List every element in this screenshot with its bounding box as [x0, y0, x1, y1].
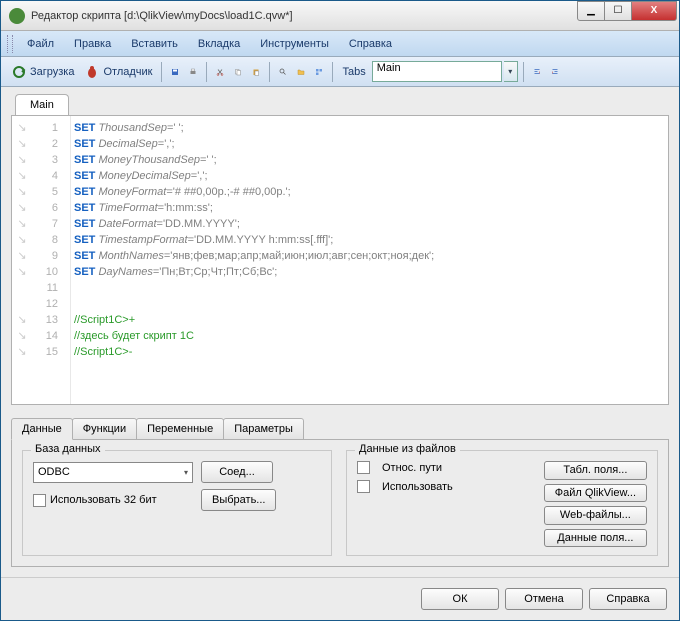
cancel-button[interactable]: Отмена [505, 588, 583, 610]
code-line[interactable]: ↘14//здесь будет скрипт 1С [12, 328, 668, 344]
web-files-button[interactable]: Web-файлы... [544, 506, 647, 525]
copy-icon[interactable] [230, 64, 246, 80]
select-button[interactable]: Выбрать... [201, 489, 276, 511]
close-button[interactable]: X [631, 1, 677, 21]
database-fieldset: База данных ODBC ▾ Соед... Использовать … [22, 450, 332, 556]
tabs-select[interactable]: Main [372, 61, 502, 82]
menu-edit[interactable]: Правка [64, 35, 121, 53]
code-line[interactable]: ↘10SET DayNames='Пн;Вт;Ср;Чт;Пт;Сб;Вс'; [12, 264, 668, 280]
ok-button[interactable]: ОК [421, 588, 499, 610]
code-line[interactable]: ↘2SET DecimalSep=','; [12, 136, 668, 152]
window-title: Редактор скрипта [d:\QlikView\myDocs\loa… [31, 10, 578, 22]
print-icon[interactable] [185, 64, 201, 80]
code-line[interactable]: ↘6SET TimeFormat='h:mm:ss'; [12, 200, 668, 216]
code-editor[interactable]: ↘1SET ThousandSep=' ';↘2SET DecimalSep='… [11, 115, 669, 405]
indent-left-icon[interactable] [529, 64, 545, 80]
code-line[interactable]: ↘13//Script1C>+ [12, 312, 668, 328]
qlikview-file-button[interactable]: Файл QlikView... [544, 484, 647, 503]
use-checkbox[interactable] [357, 480, 370, 493]
titlebar[interactable]: Редактор скрипта [d:\QlikView\myDocs\loa… [1, 1, 679, 31]
menu-tab[interactable]: Вкладка [188, 35, 250, 53]
use-32bit-label: Использовать 32 бит [50, 494, 157, 506]
reload-button[interactable]: Загрузка [7, 62, 78, 82]
search-icon[interactable] [275, 64, 291, 80]
files-legend: Данные из файлов [355, 443, 460, 455]
code-line[interactable]: ↘5SET MoneyFormat='# ##0,00р.;-# ##0,00р… [12, 184, 668, 200]
relative-paths-label: Относ. пути [382, 462, 442, 474]
tab-data[interactable]: Данные [11, 418, 73, 440]
code-line[interactable]: ↘1SET ThousandSep=' '; [12, 120, 668, 136]
db-type-combo[interactable]: ODBC ▾ [33, 462, 193, 483]
window-controls: ▁ ☐ X [578, 1, 677, 21]
maximize-button[interactable]: ☐ [604, 1, 632, 21]
help-button[interactable]: Справка [589, 588, 667, 610]
code-line[interactable]: ↘7SET DateFormat='DD.MM.YYYY'; [12, 216, 668, 232]
tabs-select-dropdown[interactable]: ▾ [504, 61, 518, 82]
relative-paths-checkbox[interactable] [357, 461, 370, 474]
tab-variables[interactable]: Переменные [136, 418, 224, 440]
debug-button[interactable]: Отладчик [80, 62, 156, 82]
cut-icon[interactable] [212, 64, 228, 80]
data-fields-button[interactable]: Данные поля... [544, 529, 647, 548]
menubar: Файл Правка Вставить Вкладка Инструменты… [1, 31, 679, 57]
bottom-panel: Данные Функции Переменные Параметры База… [11, 417, 669, 567]
table-fields-button[interactable]: Табл. поля... [544, 461, 647, 480]
menu-help[interactable]: Справка [339, 35, 402, 53]
dialog-buttons: ОК Отмена Справка [1, 577, 679, 620]
open-folder-icon[interactable] [293, 64, 309, 80]
bug-icon [84, 64, 100, 80]
workspace: Main ↘1SET ThousandSep=' ';↘2SET Decimal… [1, 87, 679, 577]
code-line[interactable]: ↘3SET MoneyThousandSep=' '; [12, 152, 668, 168]
tab-functions[interactable]: Функции [72, 418, 137, 440]
menubar-grip[interactable] [7, 35, 13, 53]
menu-file[interactable]: Файл [17, 35, 64, 53]
indent-right-icon[interactable] [547, 64, 563, 80]
tabs-label: Tabs [342, 66, 365, 78]
connect-button[interactable]: Соед... [201, 461, 273, 483]
tab-parameters[interactable]: Параметры [223, 418, 304, 440]
app-icon [9, 8, 25, 24]
paste-icon[interactable] [248, 64, 264, 80]
file-tab-main[interactable]: Main [15, 94, 69, 116]
files-fieldset: Данные из файлов Относ. пути Использоват… [346, 450, 658, 556]
organize-icon[interactable] [311, 64, 327, 80]
save-icon[interactable] [167, 64, 183, 80]
script-editor-window: Редактор скрипта [d:\QlikView\myDocs\loa… [0, 0, 680, 621]
menu-tools[interactable]: Инструменты [250, 35, 339, 53]
code-line[interactable]: ↘4SET MoneyDecimalSep=','; [12, 168, 668, 184]
use-label: Использовать [382, 481, 453, 493]
menu-insert[interactable]: Вставить [121, 35, 188, 53]
toolbar: Загрузка Отладчик Tabs Main ▾ [1, 57, 679, 87]
database-legend: База данных [31, 443, 105, 455]
code-line[interactable]: ↘8SET TimestampFormat='DD.MM.YYYY h:mm:s… [12, 232, 668, 248]
file-tabs: Main [15, 93, 669, 115]
code-line[interactable]: ↘15//Script1C>- [12, 344, 668, 360]
use-32bit-checkbox[interactable] [33, 494, 46, 507]
reload-icon [11, 64, 27, 80]
code-line[interactable]: 12 [12, 296, 668, 312]
minimize-button[interactable]: ▁ [577, 1, 605, 21]
code-line[interactable]: ↘9SET MonthNames='янв;фев;мар;апр;май;ию… [12, 248, 668, 264]
code-line[interactable]: 11 [12, 280, 668, 296]
